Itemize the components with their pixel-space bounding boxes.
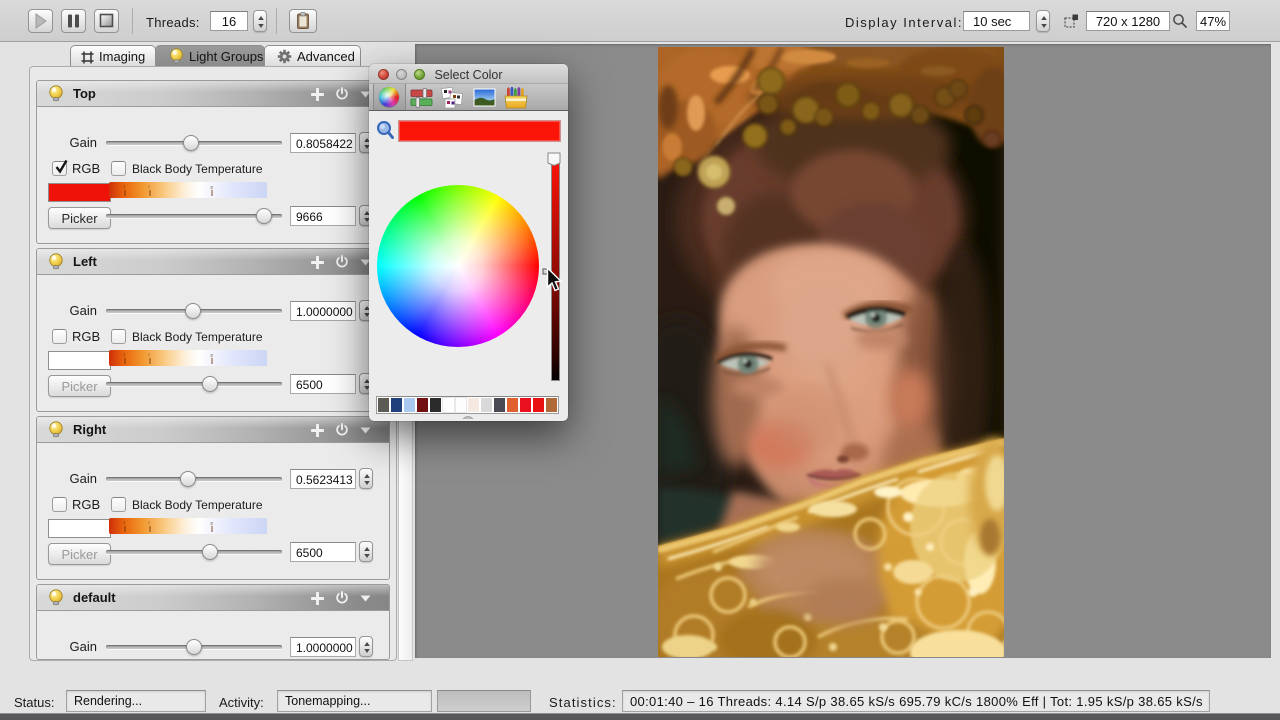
- svg-text:f: f: [124, 353, 126, 358]
- svg-text:p: p: [211, 521, 214, 526]
- svg-text:l: l: [149, 521, 150, 526]
- svg-text:f: f: [124, 521, 126, 526]
- svg-text:l: l: [149, 353, 150, 358]
- svg-text:p: p: [211, 185, 214, 190]
- svg-text:l: l: [149, 185, 150, 190]
- svg-text:p: p: [211, 353, 214, 358]
- svg-text:f: f: [124, 185, 126, 190]
